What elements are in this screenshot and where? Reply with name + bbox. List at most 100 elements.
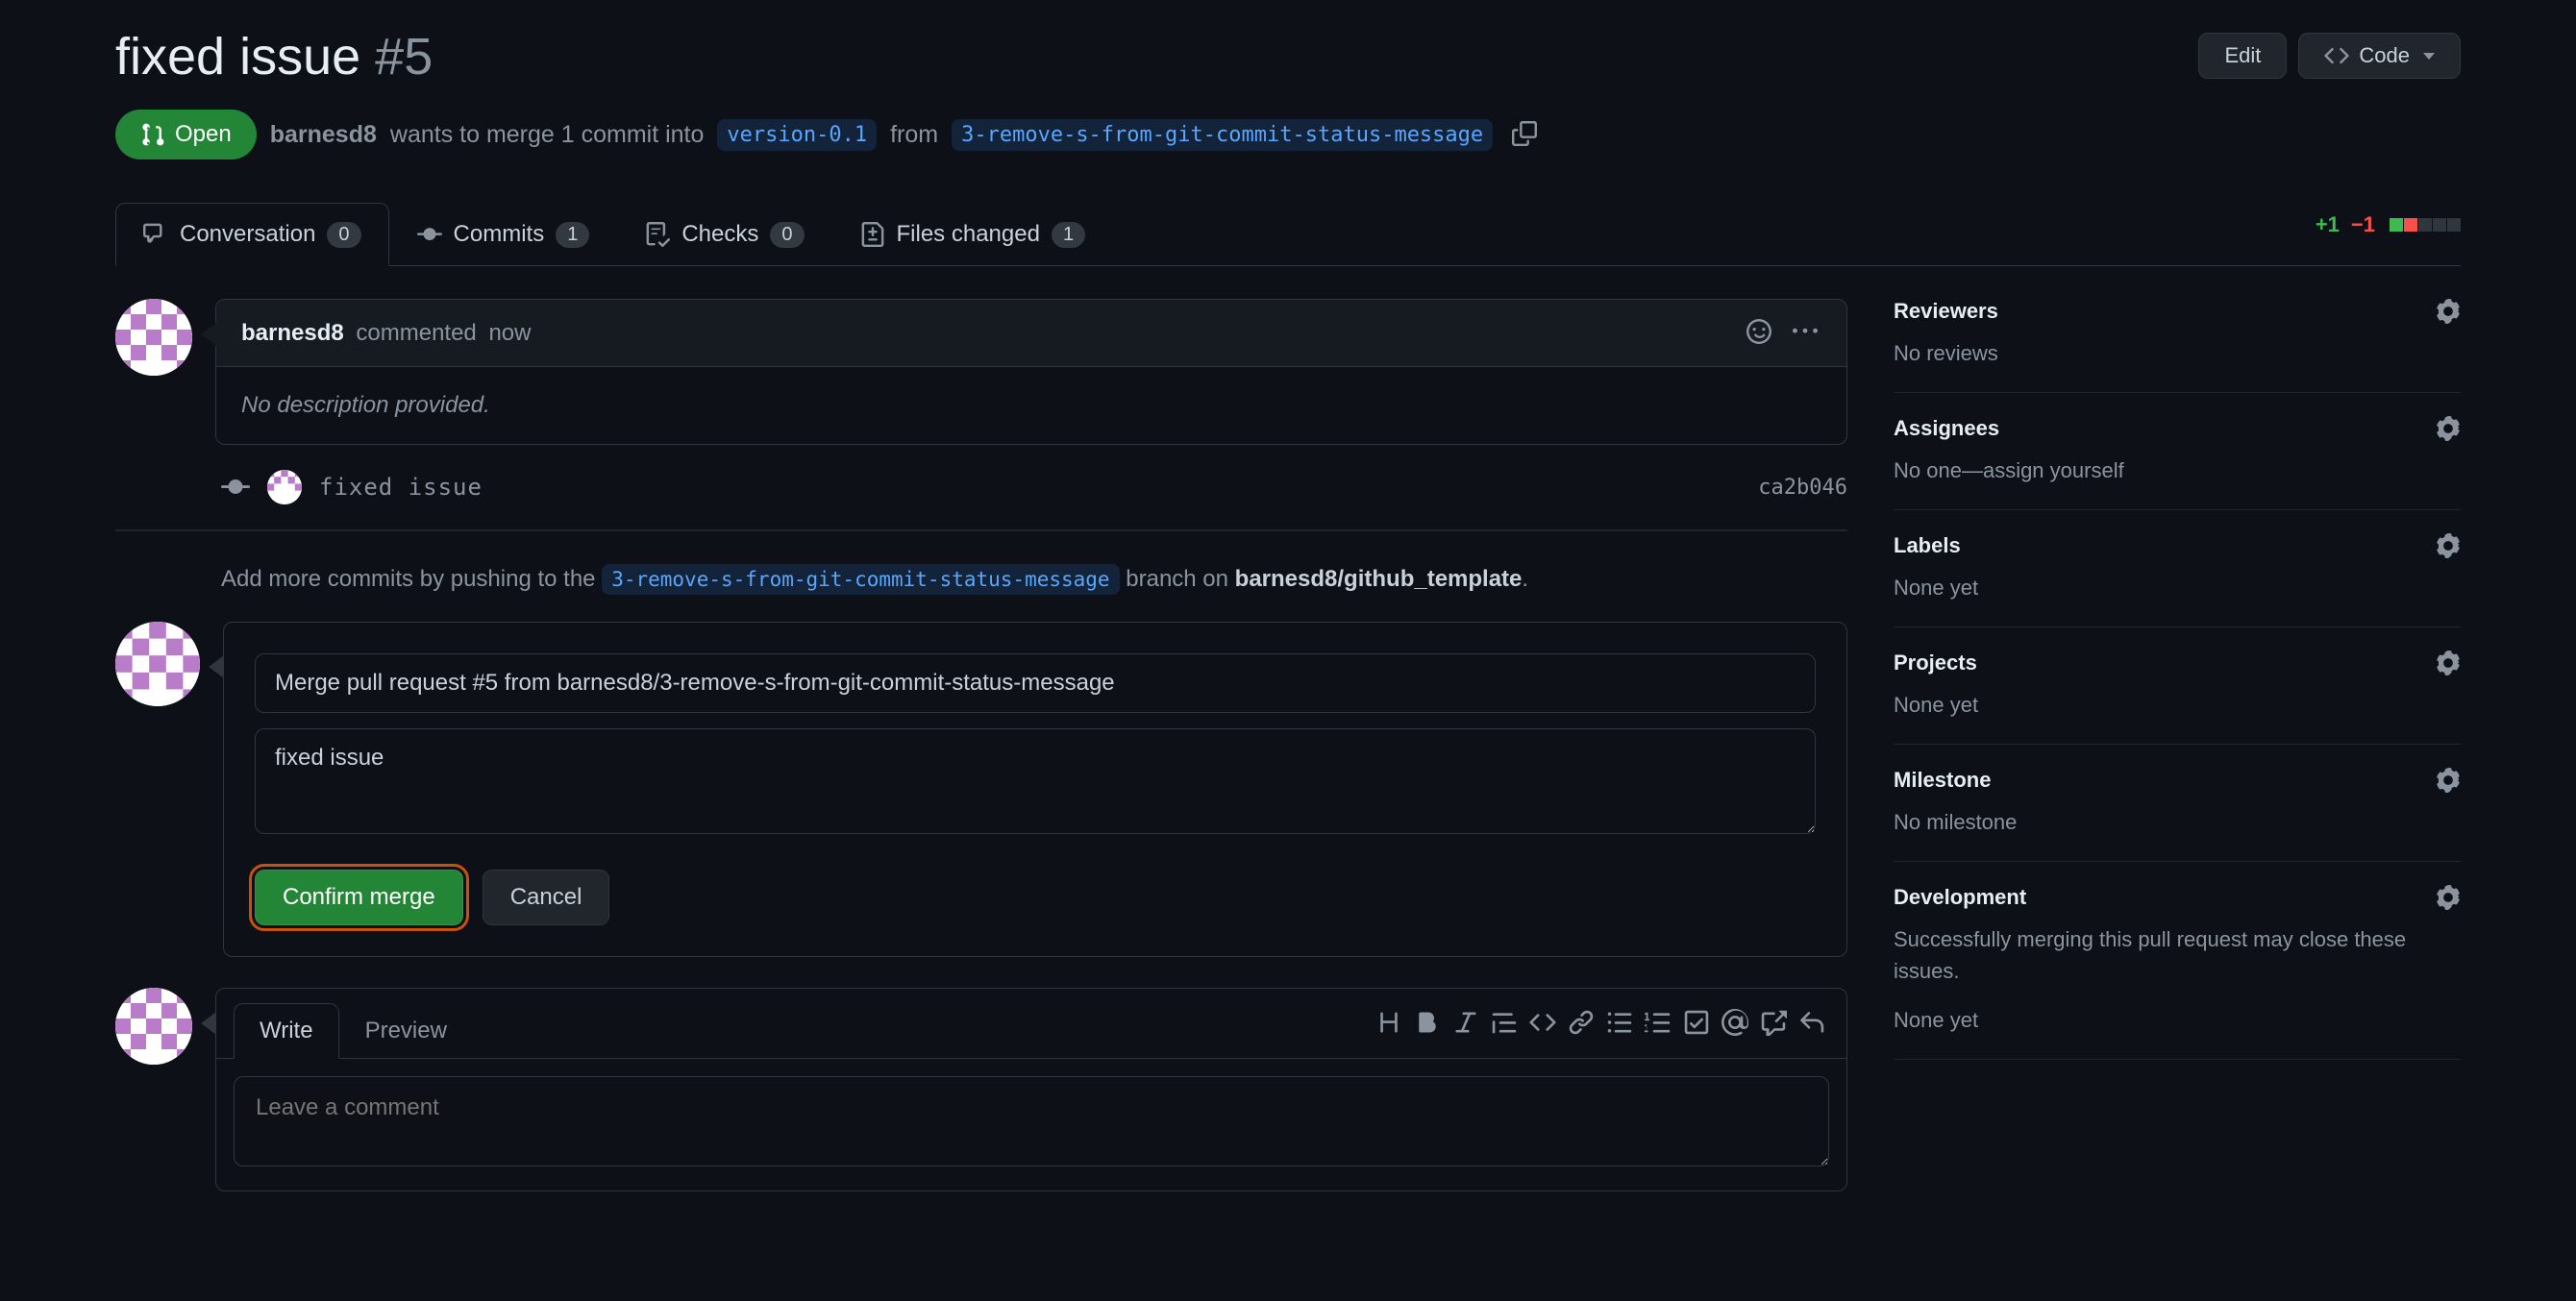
- sidebar-development-none: None yet: [1894, 1004, 2461, 1036]
- italic-icon: [1452, 1009, 1479, 1036]
- pr-title-text: fixed issue: [115, 28, 360, 86]
- git-pull-request-icon: [140, 122, 165, 147]
- reply-button[interactable]: [1795, 1005, 1829, 1043]
- mention-icon: [1721, 1009, 1748, 1036]
- sidebar-projects-body: None yet: [1894, 689, 2461, 721]
- unordered-list-button[interactable]: [1602, 1005, 1637, 1043]
- gear-icon[interactable]: [2436, 299, 2461, 324]
- cancel-button[interactable]: Cancel: [483, 870, 610, 925]
- italic-button[interactable]: [1449, 1005, 1483, 1043]
- comment-timestamp[interactable]: now: [488, 320, 531, 346]
- sidebar-assignees-title: Assignees: [1894, 416, 1999, 441]
- sidebar-projects-title: Projects: [1894, 650, 1977, 675]
- avatar[interactable]: [115, 299, 192, 376]
- tab-files-label: Files changed: [897, 221, 1040, 248]
- mention-button[interactable]: [1718, 1005, 1752, 1043]
- merge-title-input[interactable]: [255, 653, 1816, 713]
- link-button[interactable]: [1564, 1005, 1598, 1043]
- tasklist-button[interactable]: [1679, 1005, 1714, 1043]
- cross-reference-icon: [1760, 1009, 1787, 1036]
- write-tab[interactable]: Write: [234, 1003, 339, 1059]
- tab-conversation-label: Conversation: [180, 221, 315, 248]
- head-branch-chip[interactable]: 3-remove-s-from-git-commit-status-messag…: [952, 119, 1493, 151]
- commit-sha-link[interactable]: ca2b046: [1758, 476, 1847, 500]
- sidebar-reviewers-body: No reviews: [1894, 337, 2461, 369]
- ordered-list-button[interactable]: [1641, 1005, 1675, 1043]
- comment-textarea[interactable]: [234, 1076, 1829, 1166]
- heading-button[interactable]: [1372, 1005, 1406, 1043]
- pr-description-box: barnesd8 commented now No description pr…: [215, 299, 1847, 445]
- avatar[interactable]: [115, 622, 200, 706]
- pr-number: #5: [375, 28, 433, 86]
- sidebar-milestone-body: No milestone: [1894, 806, 2461, 838]
- diffstat-block-neutral: [2433, 218, 2446, 232]
- pr-author-link[interactable]: barnesd8: [270, 121, 377, 149]
- sidebar-reviewers-title: Reviewers: [1894, 299, 1998, 324]
- push-hint-prefix: Add more commits by pushing to the: [221, 566, 596, 592]
- push-hint-repo: barnesd8/github_template: [1235, 566, 1523, 592]
- code-icon: [2324, 43, 2349, 68]
- meta-wants-text: wants to merge 1 commit into: [390, 121, 705, 149]
- kebab-menu-button[interactable]: [1789, 315, 1821, 351]
- smiley-icon: [1746, 319, 1771, 344]
- push-hint-branch: 3-remove-s-from-git-commit-status-messag…: [602, 564, 1119, 595]
- pr-description-body: No description provided.: [216, 367, 1846, 444]
- new-comment-editor: Write Preview: [215, 988, 1847, 1191]
- link-icon: [1568, 1009, 1595, 1036]
- gear-icon[interactable]: [2436, 768, 2461, 793]
- preview-tab[interactable]: Preview: [339, 1003, 473, 1059]
- copy-icon: [1512, 121, 1537, 146]
- file-diff-icon: [860, 222, 885, 247]
- gear-icon[interactable]: [2436, 885, 2461, 910]
- tasklist-icon: [1683, 1009, 1710, 1036]
- merge-box: Confirm merge Cancel: [223, 622, 1847, 957]
- meta-from-text: from: [890, 121, 938, 149]
- reply-icon: [1798, 1009, 1825, 1036]
- code-button-toolbar[interactable]: [1525, 1005, 1560, 1043]
- pr-meta-row: Open barnesd8 wants to merge 1 commit in…: [115, 110, 2461, 160]
- state-open-badge: Open: [115, 110, 257, 160]
- list-ordered-icon: [1645, 1009, 1672, 1036]
- sidebar-labels-body: None yet: [1894, 572, 2461, 603]
- tab-conversation[interactable]: Conversation 0: [115, 203, 389, 266]
- diffstat-additions: +1: [2316, 212, 2340, 237]
- tab-files-count: 1: [1052, 222, 1085, 248]
- merge-body-textarea[interactable]: [255, 728, 1816, 834]
- sidebar-development-body: Successfully merging this pull request m…: [1894, 923, 2461, 987]
- cross-reference-button[interactable]: [1756, 1005, 1791, 1043]
- gear-icon[interactable]: [2436, 650, 2461, 675]
- base-branch-chip[interactable]: version-0.1: [717, 119, 877, 151]
- gear-icon[interactable]: [2436, 533, 2461, 558]
- copy-branch-button[interactable]: [1506, 115, 1543, 155]
- bold-icon: [1414, 1009, 1441, 1036]
- confirm-merge-button[interactable]: Confirm merge: [255, 870, 463, 925]
- list-unordered-icon: [1606, 1009, 1633, 1036]
- diffstat-block-add: [2390, 218, 2403, 232]
- quote-icon: [1491, 1009, 1518, 1036]
- assign-yourself-link[interactable]: assign yourself: [1983, 458, 2124, 482]
- diffstat: +1 −1: [2316, 212, 2461, 255]
- edit-button[interactable]: Edit: [2198, 33, 2287, 79]
- pr-title: fixed issue #5: [115, 27, 433, 86]
- avatar[interactable]: [267, 470, 302, 504]
- diffstat-block-del: [2404, 218, 2417, 232]
- comment-discussion-icon: [143, 222, 168, 247]
- timeline-commit-item: fixed issue ca2b046: [221, 470, 1847, 504]
- add-reaction-button[interactable]: [1743, 315, 1775, 351]
- bold-button[interactable]: [1410, 1005, 1445, 1043]
- tab-commits[interactable]: Commits 1: [389, 203, 618, 266]
- diffstat-block-neutral: [2418, 218, 2432, 232]
- avatar[interactable]: [115, 988, 192, 1065]
- tab-commits-label: Commits: [454, 221, 545, 248]
- tab-conversation-count: 0: [327, 222, 360, 248]
- gear-icon[interactable]: [2436, 416, 2461, 441]
- diffstat-deletions: −1: [2351, 212, 2375, 237]
- tab-checks-label: Checks: [681, 221, 758, 248]
- tab-files[interactable]: Files changed 1: [832, 203, 1114, 266]
- comment-author-link[interactable]: barnesd8: [241, 320, 344, 346]
- commit-message-link[interactable]: fixed issue: [319, 474, 483, 501]
- code-button[interactable]: Code: [2298, 33, 2461, 79]
- quote-button[interactable]: [1487, 1005, 1522, 1043]
- tab-checks[interactable]: Checks 0: [617, 203, 831, 266]
- code-icon: [1529, 1009, 1556, 1036]
